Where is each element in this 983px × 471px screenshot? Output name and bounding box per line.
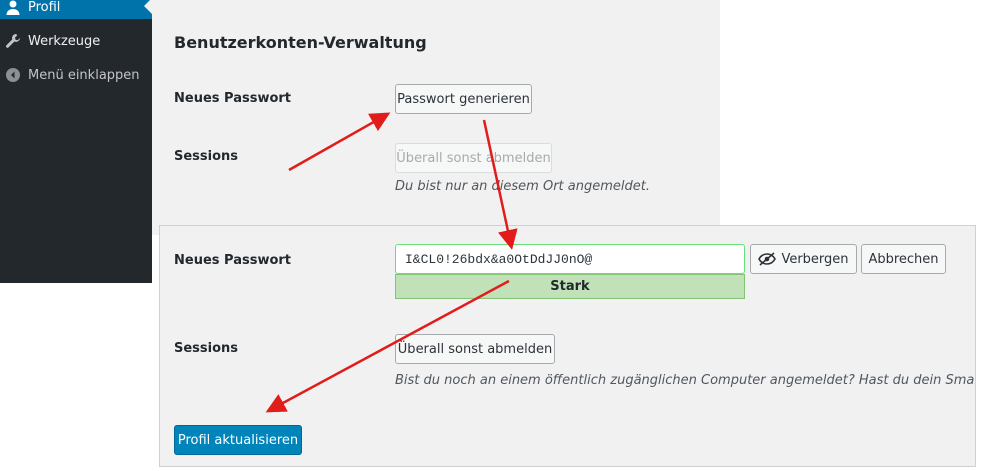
- wrench-icon: [3, 31, 23, 51]
- section-title: Benutzerkonten-Verwaltung: [174, 33, 427, 52]
- sidebar-item-profil[interactable]: Profil: [0, 0, 152, 19]
- hide-password-button[interactable]: Verbergen: [750, 244, 857, 274]
- password-value: I&CL0!26bdx&a0OtDdJJ0nO@: [405, 251, 593, 267]
- password-strength-meter: Stark: [395, 274, 745, 299]
- logout-elsewhere-button-disabled[interactable]: Überall sonst abmelden: [395, 143, 552, 173]
- sessions-description-expanded: Bist du noch an einem öffentlich zugängl…: [395, 373, 975, 388]
- new-password-label-expanded: Neues Passwort: [174, 253, 292, 268]
- sessions-description: Du bist nur an diesem Ort angemeldet.: [395, 179, 650, 194]
- collapse-icon: [3, 65, 23, 85]
- sidebar-item-werkzeuge[interactable]: Werkzeuge: [0, 24, 152, 58]
- sessions-label-expanded: Sessions: [174, 341, 239, 356]
- sidebar-collapse-menu[interactable]: Menü einklappen: [0, 58, 152, 92]
- new-password-label: Neues Passwort: [174, 91, 292, 106]
- user-icon: [3, 0, 23, 17]
- sidebar-item-label: Werkzeuge: [28, 33, 101, 49]
- sidebar-item-label: Profil: [28, 0, 61, 15]
- cancel-button[interactable]: Abbrechen: [861, 244, 946, 274]
- logout-elsewhere-button[interactable]: Überall sonst abmelden: [395, 334, 555, 364]
- password-input[interactable]: I&CL0!26bdx&a0OtDdJJ0nO@: [395, 244, 745, 274]
- generate-password-button[interactable]: Passwort generieren: [395, 84, 532, 114]
- hide-password-label: Verbergen: [781, 251, 849, 267]
- admin-sidebar: Profil Werkzeuge Menü einklappen: [0, 0, 152, 283]
- eye-slash-icon: [758, 252, 777, 266]
- sidebar-item-label: Menü einklappen: [28, 67, 140, 83]
- sessions-label: Sessions: [174, 149, 239, 164]
- update-profile-button[interactable]: Profil aktualisieren: [174, 425, 302, 455]
